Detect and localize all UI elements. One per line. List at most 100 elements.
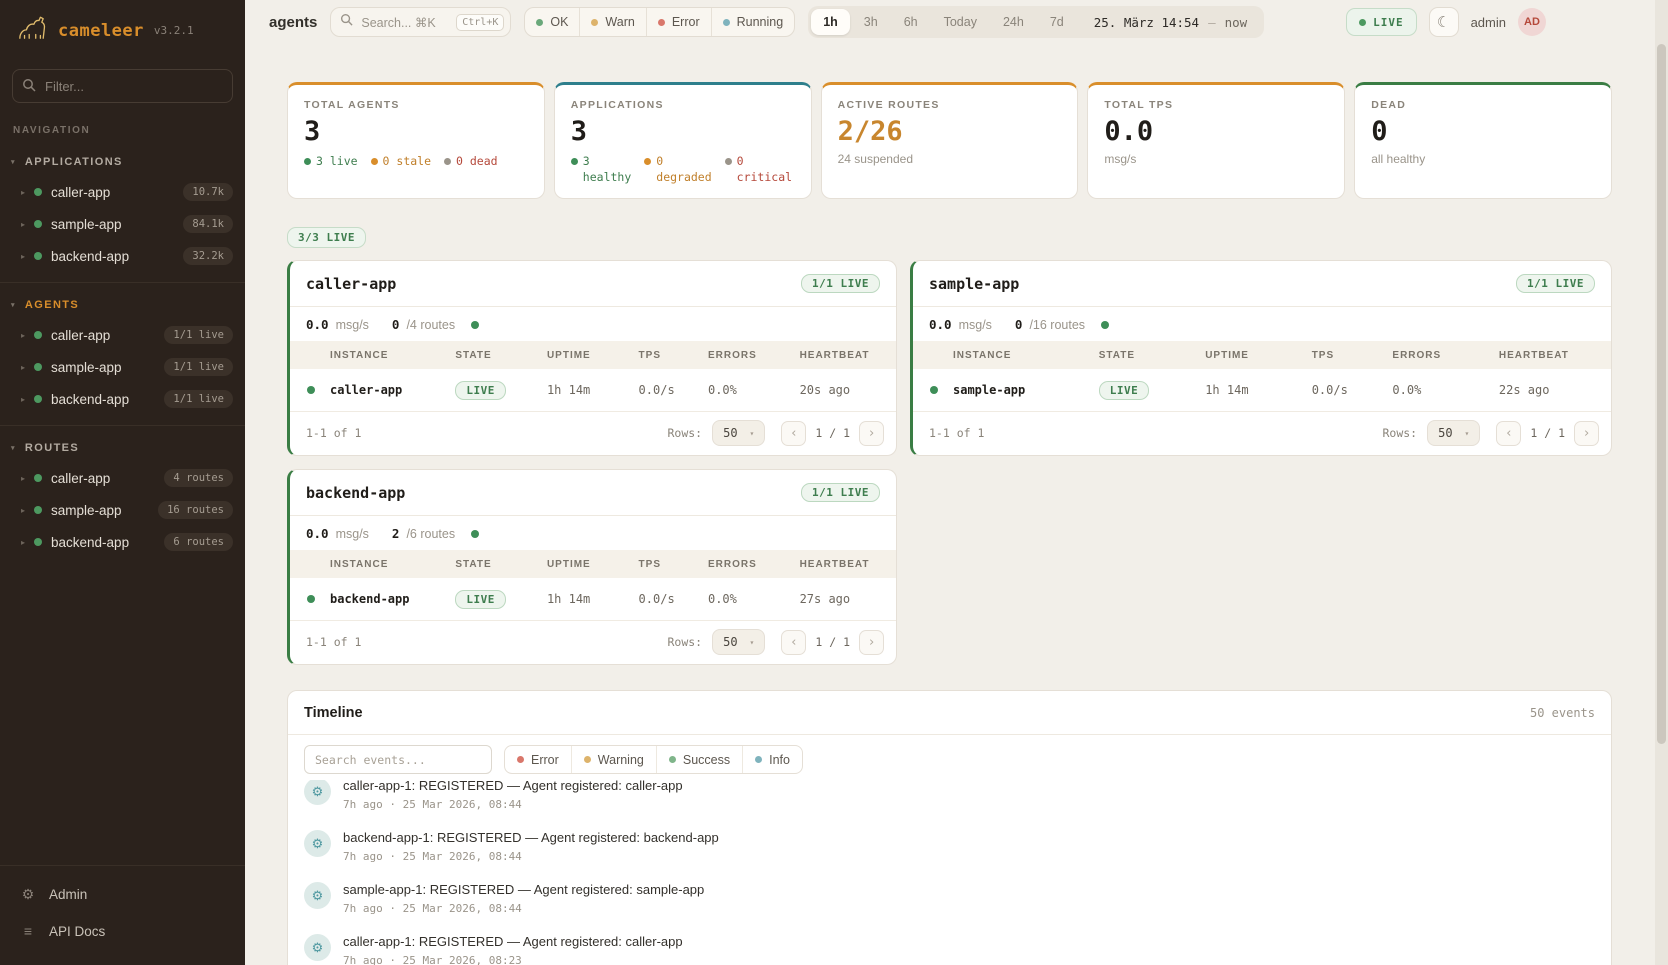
sidebar-item-api-docs[interactable]: ≡ API Docs (0, 913, 245, 949)
time-range-1h[interactable]: 1h (811, 9, 850, 35)
app-card-caller-app: caller-app 1/1 LIVE 0.0 msg/s 0 /4 route… (287, 260, 897, 456)
rows-per-page-select[interactable]: 50▾ (1427, 420, 1480, 446)
sidebar-item-caller-app-agent[interactable]: ▸ caller-app 1/1 live (0, 319, 245, 351)
chip-label: Success (683, 753, 730, 767)
filter-chip-warn[interactable]: Warn (579, 8, 645, 36)
theme-toggle-button[interactable]: ☾ (1429, 7, 1459, 37)
sidebar-item-admin[interactable]: ⚙ Admin (0, 876, 245, 913)
nav-caption: NAVIGATION (0, 105, 245, 140)
sidebar-item-caller-app[interactable]: ▸ caller-app 10.7k (0, 176, 245, 208)
table-header: INSTANCE STATE UPTIME TPS ERRORS HEARTBE… (290, 550, 896, 578)
timeline-event[interactable]: ⚙ caller-app-1: REGISTERED — Agent regis… (304, 780, 1595, 820)
breakdown-degraded: degraded (656, 170, 711, 186)
section-header-applications[interactable]: ▾ APPLICATIONS (0, 148, 245, 176)
date-range[interactable]: 25. März 14:54 — now (1078, 15, 1261, 30)
app-card-header[interactable]: caller-app 1/1 LIVE (290, 261, 896, 307)
sidebar-item-caller-app-routes[interactable]: ▸ caller-app 4 routes (0, 462, 245, 494)
live-dot-icon (1359, 19, 1366, 26)
rows-per-page-select[interactable]: 50▾ (712, 420, 765, 446)
chip-label: Warning (598, 753, 644, 767)
stat-card-total-tps: TOTAL TPS 0.0 msg/s (1087, 82, 1345, 199)
table-row[interactable]: caller-app LIVE 1h 14m 0.0/s 0.0% 20s ag… (290, 369, 896, 412)
timeline-filter-warning[interactable]: Warning (571, 746, 656, 773)
global-search-input[interactable]: Search... ⌘K Ctrl+K (330, 7, 511, 37)
sidebar-item-sample-app-agent[interactable]: ▸ sample-app 1/1 live (0, 351, 245, 383)
scrollbar[interactable] (1655, 0, 1668, 965)
timeline-filter-error[interactable]: Error (505, 746, 571, 773)
filter-chip-running[interactable]: Running (711, 8, 795, 36)
page-indicator: 1 / 1 (1530, 426, 1565, 440)
sidebar-item-backend-app[interactable]: ▸ backend-app 32.2k (0, 240, 245, 272)
breakdown-num: 0 (656, 154, 711, 170)
col-instance: INSTANCE (330, 350, 455, 361)
next-page-button[interactable]: › (859, 630, 884, 655)
stat-breakdown: 3 live 0 stale 0 dead (304, 154, 528, 168)
timeline-events-list[interactable]: ⚙ caller-app-1: REGISTERED — Agent regis… (288, 780, 1611, 965)
item-badge: 1/1 live (164, 326, 233, 344)
table-row[interactable]: backend-app LIVE 1h 14m 0.0/s 0.0% 27s a… (290, 578, 896, 621)
prev-page-button[interactable]: ‹ (781, 630, 806, 655)
rows-label: Rows: (667, 635, 702, 649)
live-status-badge[interactable]: LIVE (1346, 8, 1417, 36)
prev-page-button[interactable]: ‹ (1496, 421, 1521, 446)
table-footer: 1-1 of 1 Rows: 50▾ ‹ 1 / 1 › (913, 412, 1611, 455)
timeline-filter-info[interactable]: Info (742, 746, 802, 773)
search-icon (22, 78, 36, 97)
breakdown-dead: 0 dead (456, 154, 498, 168)
cell-instance: caller-app (330, 383, 455, 397)
chip-label: OK (550, 15, 568, 29)
filter-chip-error[interactable]: Error (646, 8, 711, 36)
scrollbar-thumb[interactable] (1657, 44, 1666, 744)
timeline-event[interactable]: ⚙ caller-app-1: REGISTERED — Agent regis… (304, 924, 1595, 965)
app-routes-suffix: /4 routes (406, 318, 455, 332)
prev-page-button[interactable]: ‹ (781, 421, 806, 446)
sidebar-item-backend-app-routes[interactable]: ▸ backend-app 6 routes (0, 526, 245, 558)
app-card-header[interactable]: backend-app 1/1 LIVE (290, 470, 896, 516)
col-instance: INSTANCE (953, 350, 1099, 361)
time-range-3h[interactable]: 3h (852, 9, 890, 35)
next-page-button[interactable]: › (859, 421, 884, 446)
timeline-filter-success[interactable]: Success (656, 746, 742, 773)
stale-dot-icon (371, 158, 378, 165)
brand[interactable]: cameleer v3.2.1 (0, 0, 245, 59)
sidebar-item-backend-app-agent[interactable]: ▸ backend-app 1/1 live (0, 383, 245, 415)
table-header: INSTANCE STATE UPTIME TPS ERRORS HEARTBE… (913, 341, 1611, 369)
col-uptime: UPTIME (1205, 350, 1312, 361)
gear-icon: ⚙ (304, 780, 331, 805)
date-separator: — (1208, 15, 1216, 30)
critical-dot-icon (725, 158, 732, 165)
time-range-6h[interactable]: 6h (892, 9, 930, 35)
app-tps-unit: msg/s (959, 318, 992, 332)
next-page-button[interactable]: › (1574, 421, 1599, 446)
time-range-7d[interactable]: 7d (1038, 9, 1076, 35)
avatar[interactable]: AD (1518, 8, 1546, 36)
time-range-today[interactable]: Today (932, 9, 989, 35)
date-end: now (1225, 15, 1248, 30)
timeline-event[interactable]: ⚙ backend-app-1: REGISTERED — Agent regi… (304, 820, 1595, 872)
item-badge: 4 routes (164, 469, 233, 487)
timeline-event[interactable]: ⚙ sample-app-1: REGISTERED — Agent regis… (304, 872, 1595, 924)
section-header-routes[interactable]: ▾ ROUTES (0, 434, 245, 462)
timeline-search-input[interactable] (304, 745, 492, 774)
rows-per-page-select[interactable]: 50▾ (712, 629, 765, 655)
timeline-header: Timeline 50 events (288, 691, 1611, 735)
app-tps-value: 0.0 (306, 526, 329, 541)
sidebar-filter-input[interactable] (12, 69, 233, 103)
app-card-header[interactable]: sample-app 1/1 LIVE (913, 261, 1611, 307)
filter-chip-ok[interactable]: OK (525, 8, 579, 36)
brand-name: cameleer (58, 21, 144, 41)
health-dot-icon (471, 321, 479, 329)
app-title: backend-app (306, 484, 405, 502)
status-dot (34, 252, 42, 260)
chevron-right-icon: ▸ (21, 220, 25, 229)
chevron-right-icon: ▸ (21, 188, 25, 197)
table-row[interactable]: sample-app LIVE 1h 14m 0.0/s 0.0% 22s ag… (913, 369, 1611, 412)
rows-label: Rows: (667, 426, 702, 440)
time-range-24h[interactable]: 24h (991, 9, 1036, 35)
section-header-agents[interactable]: ▾ AGENTS (0, 291, 245, 319)
sidebar-item-sample-app-routes[interactable]: ▸ sample-app 16 routes (0, 494, 245, 526)
chevron-down-icon: ▾ (11, 158, 16, 166)
stat-value: 3 (571, 116, 795, 147)
sidebar-item-sample-app[interactable]: ▸ sample-app 84.1k (0, 208, 245, 240)
sidebar-nav: ▾ APPLICATIONS ▸ caller-app 10.7k ▸ samp… (0, 140, 245, 865)
